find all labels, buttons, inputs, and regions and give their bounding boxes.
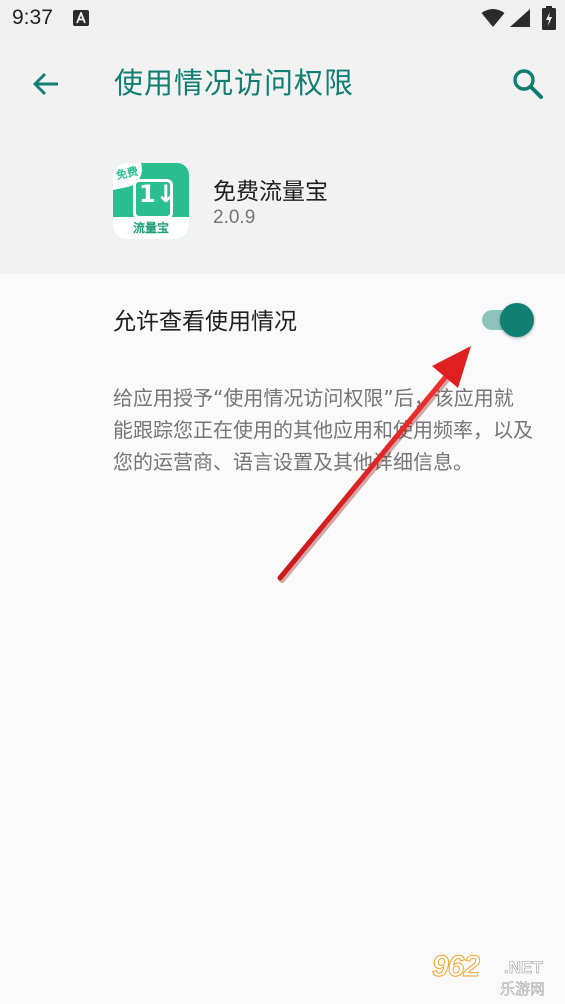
red-arrow-annotation-icon [277, 346, 471, 583]
watermark-suffix: .NET [504, 958, 543, 978]
watermark-main: 962 [431, 950, 480, 984]
watermark-logo: 962 .NET 乐游网 [426, 950, 562, 1000]
watermark-sub: 乐游网 [500, 980, 546, 999]
